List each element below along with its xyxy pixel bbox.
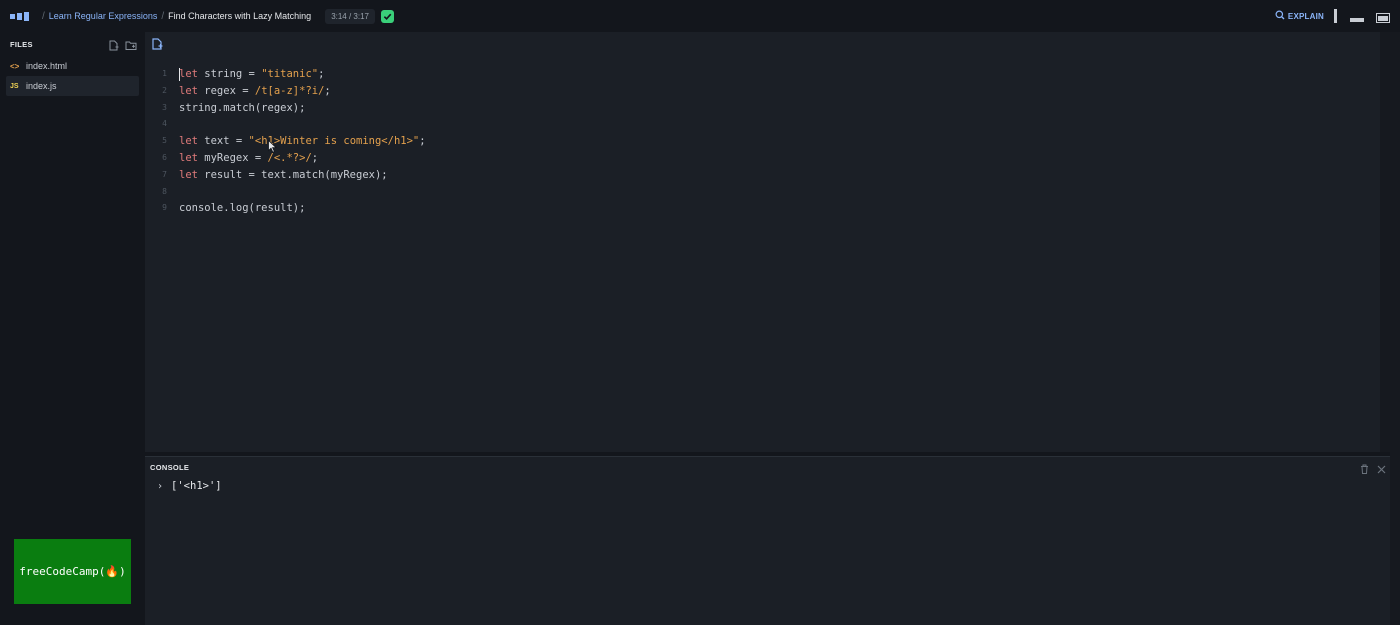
code-token: string = — [197, 68, 262, 80]
code-token: string.match(regex); — [179, 101, 306, 114]
code-text[interactable]: let regex = /t[a-z]*?i/; — [179, 83, 331, 100]
code-line[interactable]: 1 let string = "titanic"; — [145, 66, 1390, 83]
code-token: result = text.match(myRegex); — [197, 168, 388, 181]
file-name: index.html — [26, 61, 68, 71]
line-number: 8 — [162, 186, 167, 196]
html-icon: <> — [10, 61, 20, 71]
code-line[interactable]: 2 let regex = /t[a-z]*?i/; — [145, 83, 1390, 100]
code-text[interactable]: let result = text.match(myRegex); — [179, 167, 388, 184]
code-token: ; — [324, 84, 331, 97]
code-text[interactable]: let string = "titanic"; — [179, 66, 324, 83]
code-text[interactable]: let text = "<h1>Winter is coming</h1>"; — [179, 133, 426, 150]
breadcrumb-lesson-title: Find Characters with Lazy Matching — [168, 11, 312, 21]
breadcrumb-separator: / — [42, 10, 45, 22]
magnify-icon — [1275, 10, 1285, 22]
mouse-pointer-icon — [268, 139, 278, 158]
code-line[interactable]: 3 string.match(regex); — [145, 100, 1390, 117]
console-title: CONSOLE — [150, 462, 190, 472]
video-timer: 3:14 / 3:17 — [325, 8, 375, 24]
console-output-text: ['<h1>'] — [171, 480, 222, 492]
code-line[interactable]: 6 let myRegex = /<.*?>/; — [145, 150, 1390, 167]
code-token: let — [179, 135, 198, 148]
code-token: ; — [318, 68, 325, 80]
line-number: 3 — [162, 102, 167, 112]
explain-label: EXPLAIN — [1287, 11, 1324, 21]
breadcrumb-course-link[interactable]: Learn Regular Expressions — [49, 11, 158, 21]
explain-button[interactable]: EXPLAIN — [1275, 10, 1324, 22]
layout-bottom-panel-icon[interactable] — [1350, 9, 1366, 23]
line-number: 5 — [162, 136, 167, 146]
line-number: 6 — [162, 152, 167, 162]
file-name: index.js — [26, 81, 57, 91]
new-file-icon[interactable] — [108, 38, 119, 56]
code-line[interactable]: 4 — [145, 116, 1390, 133]
right-panel-edge — [1390, 32, 1400, 625]
code-text[interactable]: console.log(result); — [179, 200, 305, 217]
new-file-tab-icon[interactable] — [151, 37, 163, 55]
code-token: myRegex = — [197, 151, 268, 164]
code-token: let — [179, 68, 198, 80]
code-line[interactable]: 7 let result = text.match(myRegex); — [145, 167, 1390, 184]
code-token: /t[a-z]*?i/ — [254, 84, 325, 97]
code-token: regex = — [197, 84, 255, 97]
code-text[interactable]: string.match(regex); — [179, 100, 305, 117]
js-icon: JS — [10, 82, 19, 90]
close-console-icon[interactable] — [1377, 461, 1386, 479]
layout-sidebar-icon[interactable] — [1334, 9, 1340, 23]
file-item-index-html[interactable]: <> index.html — [6, 56, 139, 76]
code-token: let — [179, 151, 198, 164]
lesson-complete-check-icon — [381, 9, 394, 23]
file-sidebar: FILES <> index.html JS index.js freeCode… — [0, 32, 145, 625]
new-folder-icon[interactable] — [125, 38, 137, 56]
top-bar: / Learn Regular Expressions / Find Chara… — [0, 0, 1400, 32]
console-output-line: › ['<h1>'] — [145, 477, 1390, 495]
app-logo-icon[interactable] — [10, 10, 30, 22]
code-token: ; — [311, 151, 319, 164]
code-token: ; — [419, 135, 426, 148]
line-number: 9 — [162, 203, 167, 213]
code-token: let — [179, 168, 198, 181]
code-text[interactable]: let myRegex = /<.*?>/; — [179, 150, 318, 167]
layout-split-icon[interactable] — [1376, 12, 1390, 23]
line-number: 4 — [162, 119, 167, 129]
code-token: let — [179, 84, 198, 97]
code-token: console.log(result); — [179, 202, 306, 215]
line-number: 1 — [162, 69, 167, 78]
code-editor[interactable]: 1 let string = "titanic"; 2 let regex = /t[… — [145, 32, 1390, 452]
code-line[interactable]: 9 console.log(result); — [145, 200, 1390, 217]
code-area[interactable]: 1 let string = "titanic"; 2 let regex = /t[… — [145, 66, 1390, 217]
text-cursor — [179, 68, 180, 81]
code-line[interactable]: 5 let text = "<h1>Winter is coming</h1>"; — [145, 133, 1390, 150]
code-token: "titanic" — [261, 68, 319, 80]
chevron-right-icon: › — [157, 480, 164, 492]
editor-scrollbar[interactable] — [1380, 32, 1390, 452]
line-number: 7 — [162, 169, 167, 179]
clear-console-icon[interactable] — [1360, 461, 1369, 479]
freecodecamp-logo[interactable]: freeCodeCamp(🔥) — [14, 539, 131, 604]
code-token: text = — [197, 135, 249, 148]
file-item-index-js[interactable]: JS index.js — [6, 76, 139, 96]
console-panel: CONSOLE › ['<h1>'] — [145, 456, 1390, 625]
breadcrumb-separator: / — [161, 10, 165, 22]
code-line[interactable]: 8 — [145, 184, 1390, 201]
line-number: 2 — [162, 85, 167, 95]
